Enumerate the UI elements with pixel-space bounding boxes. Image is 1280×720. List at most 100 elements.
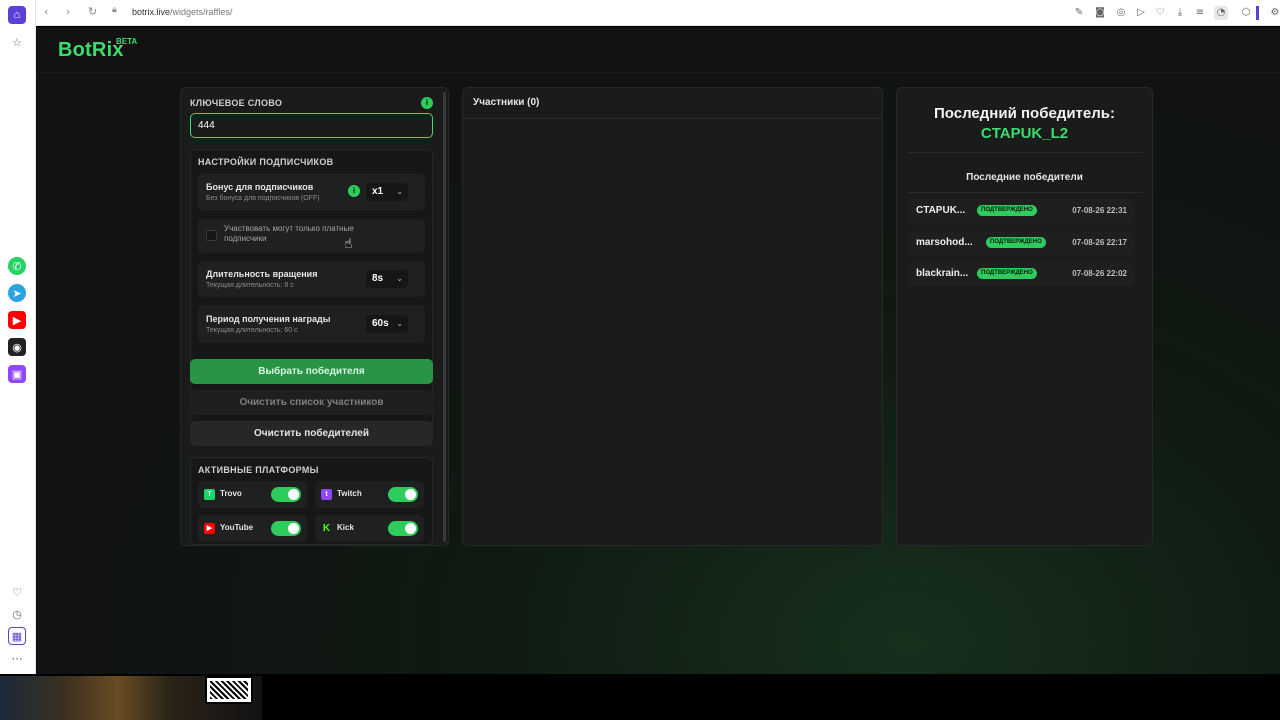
kick-icon: K [321, 523, 332, 534]
active-platforms: АКТИВНЫЕ ПЛАТФОРМЫ T Trovo t Twitch ▶ Yo… [190, 457, 433, 545]
claim-subtitle: Текущая длительность: 60 с [206, 327, 298, 334]
lock-icon: 🔒︎ [112, 5, 117, 15]
back-icon[interactable]: ‹ [44, 5, 48, 18]
participants-title: Участники (0) [473, 97, 540, 108]
winner-name: marsohod... [916, 237, 973, 248]
winner-row[interactable]: CTAPUK... ПОДТВЕРЖДЕНО 07-08-26 22:31 [909, 199, 1135, 223]
platform-youtube: ▶ YouTube [198, 515, 307, 542]
heart-icon[interactable]: ♡ [8, 583, 26, 601]
reload-icon[interactable]: ↻ [88, 5, 97, 18]
profile-icon[interactable]: ◔ [1214, 6, 1228, 20]
home-icon[interactable]: ⌂ [8, 6, 26, 24]
bonus-info-icon[interactable]: i [348, 185, 360, 197]
youtube-icon: ▶ [204, 523, 215, 534]
browser-toolbar: ‹ › ↻ 🔒︎ botrix.live/widgets/raffles/ ✎ … [36, 0, 1280, 26]
url-host: botrix.live [132, 7, 171, 17]
platform-name: Kick [337, 523, 354, 532]
heart-icon[interactable]: ♡ [1153, 6, 1167, 20]
only-paid-checkbox[interactable] [206, 230, 217, 241]
twitch-icon: t [321, 489, 332, 500]
winner-time: 07-08-26 22:31 [1072, 206, 1127, 215]
logo[interactable]: BotRix [58, 39, 124, 62]
participants-panel: Участники (0) [462, 87, 883, 546]
divider [463, 118, 882, 119]
claim-period-card: Период получения награды Текущая длитель… [198, 305, 425, 343]
menu-icon[interactable]: ≡ [1193, 6, 1207, 20]
toggle-knob [288, 523, 299, 534]
divider [907, 192, 1142, 193]
subscriber-settings-title: НАСТРОЙКИ ПОДПИСЧИКОВ [198, 157, 334, 167]
settings-icon[interactable]: ⚙ [1268, 6, 1280, 20]
keyword-label: КЛЮЧЕВОЕ СЛОВО [190, 98, 283, 108]
winner-time: 07-08-26 22:02 [1072, 269, 1127, 278]
spin-duration-card: Длительность вращения Текущая длительнос… [198, 261, 425, 297]
toggle-knob [288, 489, 299, 500]
clear-winners-button[interactable]: Очистить победителей [190, 421, 433, 446]
winner-name: blackrain... [916, 268, 969, 279]
platform-name: YouTube [220, 523, 254, 532]
spin-select-value: 8s [372, 273, 384, 284]
browser-sidebar: ⌂ ☆ ✆ ➤ ▶ ◉ ▣ ♡ ◷ ▦ ⋯ [0, 0, 36, 674]
camera-icon[interactable]: ◙ [1093, 6, 1107, 20]
youtube-icon[interactable]: ▶ [8, 311, 26, 329]
mouse-cursor-icon: ☝ [344, 236, 353, 252]
toggle-knob [405, 523, 416, 534]
clear-participants-button[interactable]: Очистить список участников [190, 390, 433, 415]
status-badge: ПОДТВЕРЖДЕНО [986, 237, 1046, 248]
spin-title: Длительность вращения [206, 269, 318, 279]
toggle-knob [405, 489, 416, 500]
platform-twitch: t Twitch [315, 481, 424, 508]
gift-icon[interactable]: ▦ [8, 627, 26, 645]
shield-icon[interactable]: ◎ [1114, 6, 1128, 20]
recent-winners-title: Последние победители [966, 172, 1083, 183]
keyword-input[interactable]: 444 [190, 113, 433, 138]
address-bar[interactable]: botrix.live/widgets/raffles/ [132, 7, 232, 17]
claim-period-select[interactable]: 60s ⌄ [366, 315, 408, 333]
twitch-toggle[interactable] [388, 487, 418, 502]
bonus-select[interactable]: x1 ⌄ [366, 183, 408, 201]
twitch-icon[interactable]: ▣ [8, 365, 26, 383]
edit-icon[interactable]: ✎ [1072, 6, 1086, 20]
winner-row[interactable]: blackrain... ПОДТВЕРЖДЕНО 07-08-26 22:02 [909, 262, 1135, 286]
kick-toggle[interactable] [388, 521, 418, 536]
winner-time: 07-08-26 22:17 [1072, 238, 1127, 247]
forward-icon[interactable]: › [66, 5, 70, 18]
status-badge: ПОДТВЕРЖДЕНО [977, 268, 1037, 279]
spin-subtitle: Текущая длительность: 8 с [206, 282, 294, 289]
play-icon[interactable]: ▷ [1134, 6, 1148, 20]
telegram-icon[interactable]: ➤ [8, 284, 26, 302]
platforms-title: АКТИВНЫЕ ПЛАТФОРМЫ [198, 465, 319, 475]
bonus-select-value: x1 [372, 186, 384, 197]
panel-scrollbar[interactable] [443, 92, 446, 542]
clock-icon[interactable]: ◷ [8, 605, 26, 623]
extensions-icon[interactable]: ⬡ [1239, 6, 1253, 20]
platform-kick: K Kick [315, 515, 424, 542]
platform-trovo: T Trovo [198, 481, 307, 508]
bonus-title: Бонус для подписчиков [206, 182, 314, 192]
spin-duration-select[interactable]: 8s ⌄ [366, 270, 408, 288]
info-icon[interactable]: i [421, 97, 433, 109]
app-header: BotRix BETA [36, 27, 1280, 73]
winner-name: CTAPUK... [916, 205, 966, 216]
beta-badge: BETA [116, 37, 138, 46]
url-path: /widgets/raffles/ [170, 7, 233, 17]
more-icon[interactable]: ⋯ [8, 649, 26, 667]
raffle-settings-panel: КЛЮЧЕВОЕ СЛОВО i 444 НАСТРОЙКИ ПОДПИСЧИК… [180, 87, 449, 546]
app-viewport: BotRix BETA КЛЮЧЕВОЕ СЛОВО i 444 НАСТРОЙ… [36, 27, 1280, 674]
chevron-down-icon: ⌄ [396, 187, 403, 196]
claim-title: Период получения награды [206, 314, 331, 324]
star-icon[interactable]: ☆ [8, 33, 26, 51]
winner-row[interactable]: marsohod... ПОДТВЕРЖДЕНО 07-08-26 22:17 [909, 231, 1135, 255]
accent-bar [1256, 6, 1259, 20]
pick-winner-button[interactable]: Выбрать победителя [190, 359, 433, 384]
status-badge: ПОДТВЕРЖДЕНО [977, 205, 1037, 216]
whatsapp-icon[interactable]: ✆ [8, 257, 26, 275]
claim-select-value: 60s [372, 318, 389, 329]
chevron-down-icon: ⌄ [396, 319, 403, 328]
download-icon[interactable]: ⤓ [1173, 6, 1187, 20]
trovo-toggle[interactable] [271, 487, 301, 502]
last-winner-title: Последний победитель: [934, 105, 1115, 122]
qr-code-icon [205, 676, 253, 704]
discord-icon[interactable]: ◉ [8, 338, 26, 356]
youtube-toggle[interactable] [271, 521, 301, 536]
